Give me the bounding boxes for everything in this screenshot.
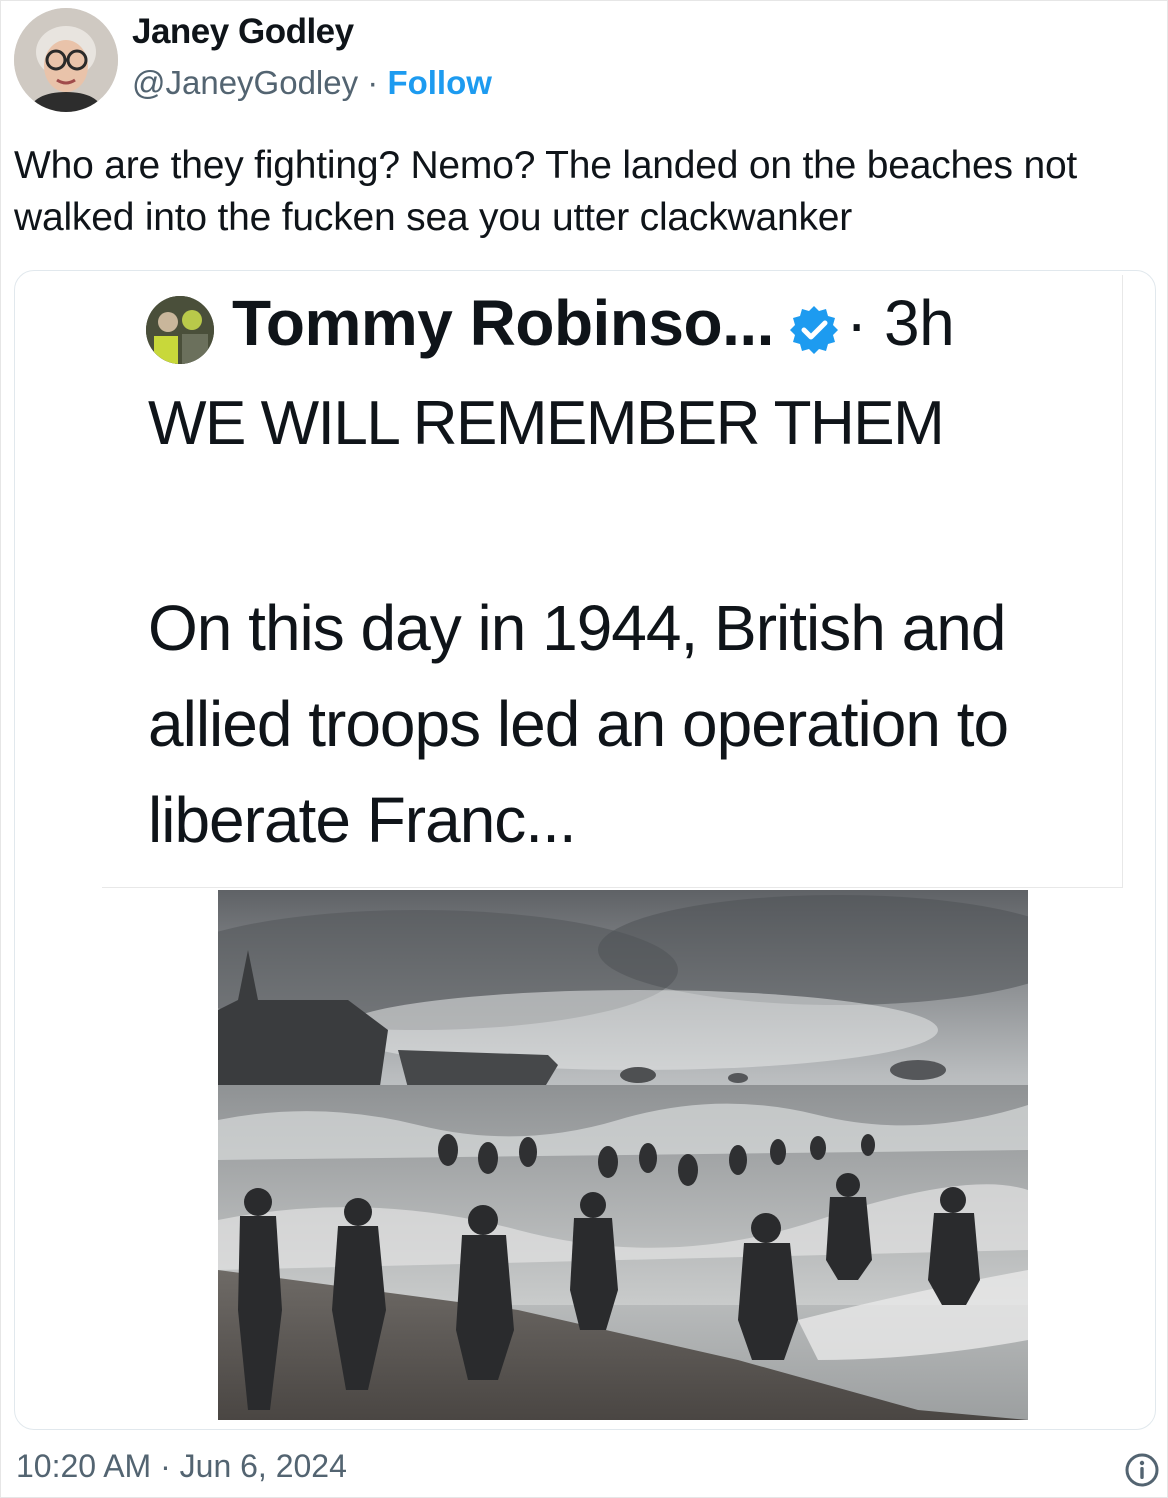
author-handle[interactable]: @JaneyGodley [132, 64, 358, 101]
author-avatar[interactable] [14, 8, 118, 112]
quoted-time: · 3h [845, 287, 955, 359]
handle-separator: · [358, 64, 388, 101]
author-name[interactable]: Janey Godley [132, 12, 354, 52]
quoted-author-name: Tommy Robinso... [232, 287, 774, 359]
quoted-headline: WE WILL REMEMBER THEM [148, 389, 945, 458]
tweet-text: Who are they fighting? Nemo? The landed … [14, 144, 1078, 239]
beach-landing-photo[interactable] [218, 890, 1028, 1420]
quoted-body: On this day in 1944, British and allied … [148, 592, 1009, 856]
follow-button[interactable]: Follow [387, 64, 491, 101]
verified-badge-icon [788, 297, 840, 354]
handle-row: @JaneyGodley · Follow [132, 64, 492, 102]
quoted-author-avatar [146, 296, 214, 364]
tweet-timestamp[interactable]: 10:20 AM · Jun 6, 2024 [16, 1448, 347, 1485]
quoted-author-row: Tommy Robinso... · 3h [232, 286, 955, 360]
info-icon[interactable] [1124, 1452, 1160, 1488]
